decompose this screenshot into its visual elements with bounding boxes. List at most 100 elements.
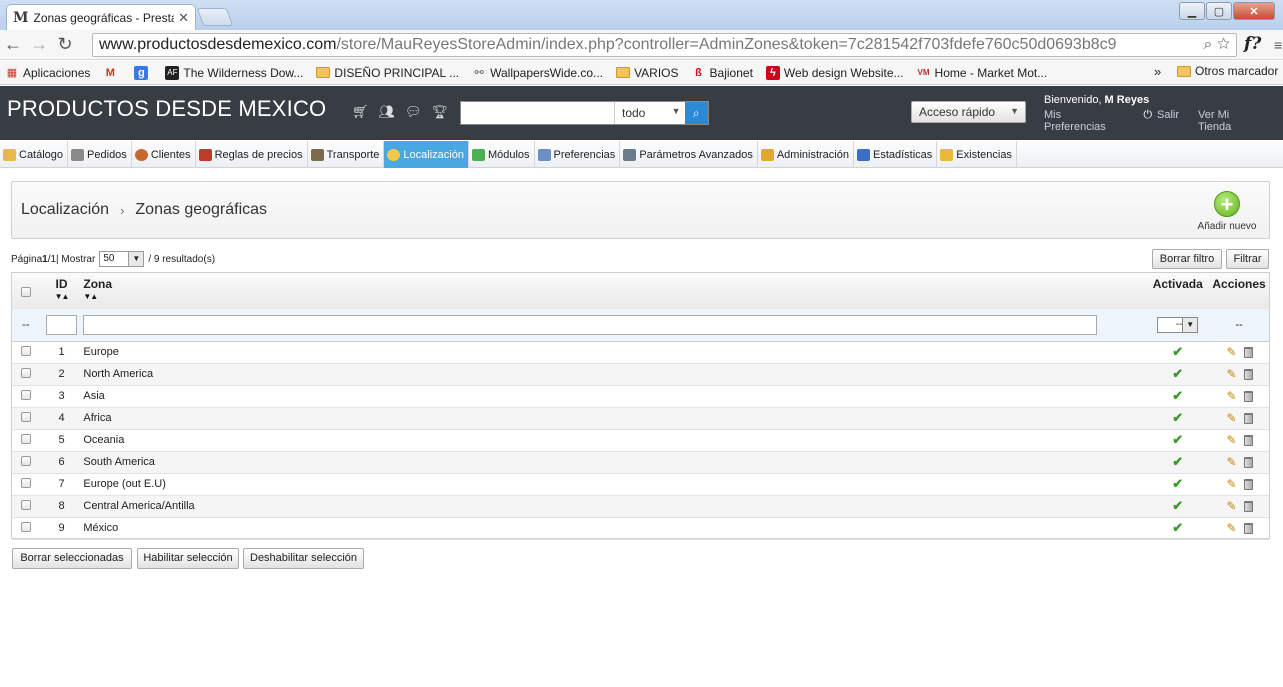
active-check-icon[interactable]: ✔ (1172, 454, 1183, 469)
row-checkbox[interactable] (20, 411, 31, 422)
edit-icon[interactable]: ✎ (1226, 434, 1238, 446)
customers-notification-icon[interactable]: 👥︎ (379, 104, 396, 120)
chrome-menu-icon[interactable]: ≡ (1274, 37, 1282, 53)
logout-link[interactable]: Salir (1157, 109, 1179, 133)
new-tab-button[interactable] (196, 8, 234, 26)
breadcrumb-parent[interactable]: Localización (21, 201, 109, 219)
row-checkbox[interactable] (20, 345, 31, 356)
row-checkbox[interactable] (20, 389, 31, 400)
table-row[interactable]: 8 Central America/Antilla ✔ ✎ (12, 495, 1269, 517)
bookmark-apps[interactable]: ▦ Aplicaciones (5, 66, 91, 80)
edit-icon[interactable]: ✎ (1226, 390, 1238, 402)
delete-icon[interactable] (1243, 369, 1253, 381)
extension-f-icon[interactable]: f? (1244, 34, 1261, 54)
preferences-link[interactable]: Mis Preferencias (1044, 109, 1124, 133)
edit-icon[interactable]: ✎ (1226, 346, 1238, 358)
delete-icon[interactable] (1243, 501, 1253, 513)
window-close-icon[interactable]: ✕ (1233, 2, 1275, 20)
row-checkbox[interactable] (20, 433, 31, 444)
zoom-search-icon[interactable]: ⌕ (1204, 36, 1213, 53)
per-page-select[interactable]: 50 ▼ (99, 251, 145, 267)
edit-icon[interactable]: ✎ (1226, 478, 1238, 490)
row-checkbox[interactable] (20, 455, 31, 466)
delete-selected-button[interactable]: Borrar seleccionadas (12, 548, 132, 569)
table-row[interactable]: 2 North America ✔ ✎ (12, 363, 1269, 385)
bookmark-webdesign[interactable]: ϟ Web design Website... (765, 65, 904, 80)
disable-selected-button[interactable]: Deshabilitar selección (243, 548, 364, 569)
active-check-icon[interactable]: ✔ (1172, 366, 1183, 381)
address-bar[interactable]: www.productosdesdemexico.com/store/MauRe… (92, 33, 1237, 57)
menu-shipping[interactable]: Transporte (308, 141, 385, 168)
delete-icon[interactable] (1243, 347, 1253, 359)
back-icon[interactable]: ← (0, 34, 26, 55)
enable-selected-button[interactable]: Habilitar selección (137, 548, 239, 569)
browser-tab[interactable]: M Zonas geográficas - Presta ✕ (6, 4, 196, 30)
sort-zone-icon[interactable]: ▼▲ (83, 292, 1146, 301)
edit-icon[interactable]: ✎ (1226, 522, 1238, 534)
menu-modules[interactable]: Módulos (469, 141, 535, 168)
table-row[interactable]: 5 Oceania ✔ ✎ (12, 429, 1269, 451)
table-row[interactable]: 7 Europe (out E.U) ✔ ✎ (12, 473, 1269, 495)
active-check-icon[interactable]: ✔ (1172, 388, 1183, 403)
orders-notification-icon[interactable]: 🛒︎ (352, 104, 369, 120)
menu-advanced-parameters[interactable]: Parámetros Avanzados (620, 141, 758, 168)
edit-icon[interactable]: ✎ (1226, 368, 1238, 380)
active-check-icon[interactable]: ✔ (1172, 410, 1183, 425)
tab-close-icon[interactable]: ✕ (178, 10, 189, 26)
table-row[interactable]: 6 South America ✔ ✎ (12, 451, 1269, 473)
edit-icon[interactable]: ✎ (1226, 500, 1238, 512)
row-checkbox[interactable] (20, 367, 31, 378)
menu-customers[interactable]: Clientes (132, 141, 196, 168)
messages-notification-icon[interactable]: 💬︎ (405, 104, 422, 120)
row-checkbox[interactable] (20, 477, 31, 488)
table-row[interactable]: 4 Africa ✔ ✎ (12, 407, 1269, 429)
row-checkbox[interactable] (20, 521, 31, 532)
forward-icon[interactable]: → (26, 34, 52, 55)
select-all-checkbox[interactable] (20, 287, 31, 297)
edit-icon[interactable]: ✎ (1226, 412, 1238, 424)
menu-administration[interactable]: Administración (758, 141, 854, 168)
delete-icon[interactable] (1243, 435, 1253, 447)
maximize-icon[interactable]: ▢ (1206, 2, 1232, 20)
active-check-icon[interactable]: ✔ (1172, 344, 1183, 359)
delete-icon[interactable] (1243, 523, 1253, 535)
filter-active-select[interactable]: -- ▼ (1157, 316, 1199, 333)
active-check-icon[interactable]: ✔ (1172, 498, 1183, 513)
bookmark-gmail[interactable]: M (103, 66, 121, 80)
bookmark-diseno[interactable]: DISEÑO PRINCIPAL ... (316, 66, 459, 80)
filter-zone-input[interactable] (83, 314, 1098, 335)
table-row[interactable]: 1 Europe ✔ ✎ (12, 341, 1269, 363)
view-store-link[interactable]: Ver Mi Tienda (1198, 109, 1264, 133)
filter-button[interactable]: Filtrar (1226, 249, 1269, 269)
bookmark-wilderness[interactable]: AF The Wilderness Dow... (165, 65, 303, 80)
menu-preferences[interactable]: Preferencias (535, 141, 621, 168)
sort-id-icon[interactable]: ▼▲ (40, 292, 84, 301)
search-scope-select[interactable]: todo ▼ (614, 102, 685, 124)
reset-filter-button[interactable]: Borrar filtro (1152, 249, 1222, 269)
delete-icon[interactable] (1243, 391, 1253, 403)
menu-price-rules[interactable]: Reglas de precios (196, 141, 308, 168)
search-button[interactable]: ⌕ (684, 102, 708, 124)
bookmark-varios[interactable]: VARIOS (616, 66, 679, 80)
reload-icon[interactable]: ↻ (52, 34, 78, 55)
bookmark-wallpapers[interactable]: ⚯ WallpapersWide.co... (472, 66, 604, 80)
active-check-icon[interactable]: ✔ (1172, 476, 1183, 491)
menu-localization[interactable]: Localización (384, 141, 469, 168)
edit-icon[interactable]: ✎ (1226, 456, 1238, 468)
bookmark-google[interactable]: g (134, 65, 152, 80)
menu-orders[interactable]: Pedidos (68, 141, 132, 168)
delete-icon[interactable] (1243, 457, 1253, 469)
power-icon[interactable]: ⏻ (1143, 109, 1152, 133)
minimize-icon[interactable]: ▁ (1179, 2, 1205, 20)
table-row[interactable]: 3 Asia ✔ ✎ (12, 385, 1269, 407)
row-checkbox[interactable] (20, 499, 31, 510)
bookmark-star-icon[interactable]: ☆ (1217, 36, 1230, 53)
active-check-icon[interactable]: ✔ (1172, 520, 1183, 535)
trophy-icon[interactable]: 🏆︎ (432, 104, 449, 120)
filter-id-input[interactable] (46, 314, 77, 335)
menu-stats[interactable]: Estadísticas (854, 141, 938, 168)
bookmark-other[interactable]: Otros marcador (1177, 64, 1278, 78)
bookmark-market[interactable]: VM Home - Market Mot... (917, 66, 1048, 80)
menu-stock[interactable]: Existencias (937, 141, 1017, 168)
delete-icon[interactable] (1243, 479, 1253, 491)
